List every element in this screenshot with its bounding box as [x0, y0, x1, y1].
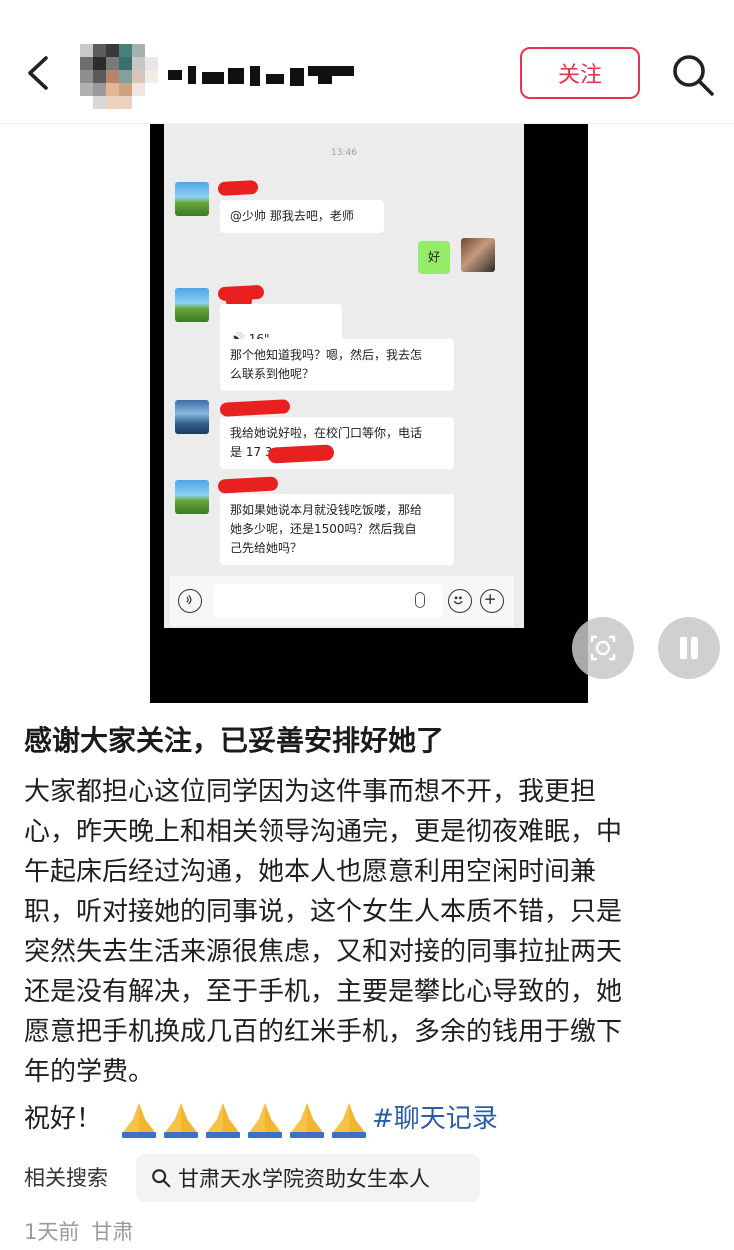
chat-avatar: [175, 400, 209, 434]
screenshot-icon[interactable]: [572, 617, 634, 679]
search-icon[interactable]: [668, 50, 718, 100]
chat-avatar: [175, 182, 209, 216]
add-icon: [480, 589, 504, 613]
chat-message: 好: [418, 241, 450, 274]
post-body: 大家都担心这位同学因为这件事而想不开，我更担 心，昨天晚上和相关领导沟通完，更是…: [24, 777, 623, 1087]
post-meta: 1天前 甘肃: [24, 1216, 133, 1248]
pray-icon: [246, 1099, 284, 1139]
chat-composer: [170, 576, 514, 626]
post-video[interactable]: 13:46 @少帅 那我去吧，老师 好 🔊 16" 那个他知道我吗？嗯，然后，我…: [150, 124, 588, 703]
redaction-mark: [217, 179, 259, 197]
chat-avatar: [461, 238, 495, 272]
related-search-label: 相关搜索: [24, 1166, 108, 1190]
mic-icon: [415, 592, 425, 608]
author-avatar[interactable]: [80, 44, 158, 109]
author-name[interactable]: [168, 66, 358, 88]
redaction-mark: [217, 476, 279, 494]
related-search-query: 甘肃天水学院资助女生本人: [178, 1167, 430, 1191]
pray-icon: [330, 1099, 368, 1139]
chat-message: 我给她说好啦，在校门口等你，电话 是 17 3: [220, 417, 454, 469]
top-bar: 关注: [0, 0, 734, 124]
chat-input: [214, 584, 442, 618]
voice-icon: [178, 589, 202, 613]
pray-icon: [204, 1099, 242, 1139]
chat-screenshot: 13:46 @少帅 那我去吧，老师 好 🔊 16" 那个他知道我吗？嗯，然后，我…: [164, 124, 524, 628]
chat-message: 那如果她说本月就没钱吃饭喽，那给 她多少呢，还是1500吗？然后我自 己先给她吗…: [220, 494, 454, 565]
signoff-text: 祝好！: [24, 1104, 103, 1134]
search-icon: [152, 1169, 171, 1188]
post-time: 1天前: [24, 1220, 80, 1244]
chat-avatar: [175, 288, 209, 322]
redaction-mark: [219, 399, 291, 417]
chat-timestamp: 13:46: [331, 148, 357, 158]
pray-icon: [162, 1099, 200, 1139]
chat-avatar: [175, 480, 209, 514]
pray-icon: [288, 1099, 326, 1139]
hashtag-link[interactable]: #聊天记录: [372, 1097, 498, 1141]
related-search-chip[interactable]: 甘肃天水学院资助女生本人: [136, 1154, 480, 1202]
post-title: 感谢大家关注，已妥善安排好她了: [24, 724, 445, 757]
emoji-icon: [448, 589, 472, 613]
pause-icon[interactable]: [658, 617, 720, 679]
follow-button[interactable]: 关注: [520, 47, 640, 99]
back-arrow-icon[interactable]: [18, 48, 58, 98]
chat-message: @少帅 那我去吧，老师: [220, 200, 384, 233]
chat-message: 那个他知道我吗？嗯，然后，我去怎 么联系到他呢？: [220, 339, 454, 391]
post-location: 甘肃: [91, 1220, 134, 1244]
pray-icon: [120, 1099, 158, 1139]
post-signoff: 祝好！ #聊天记录: [24, 1097, 498, 1141]
